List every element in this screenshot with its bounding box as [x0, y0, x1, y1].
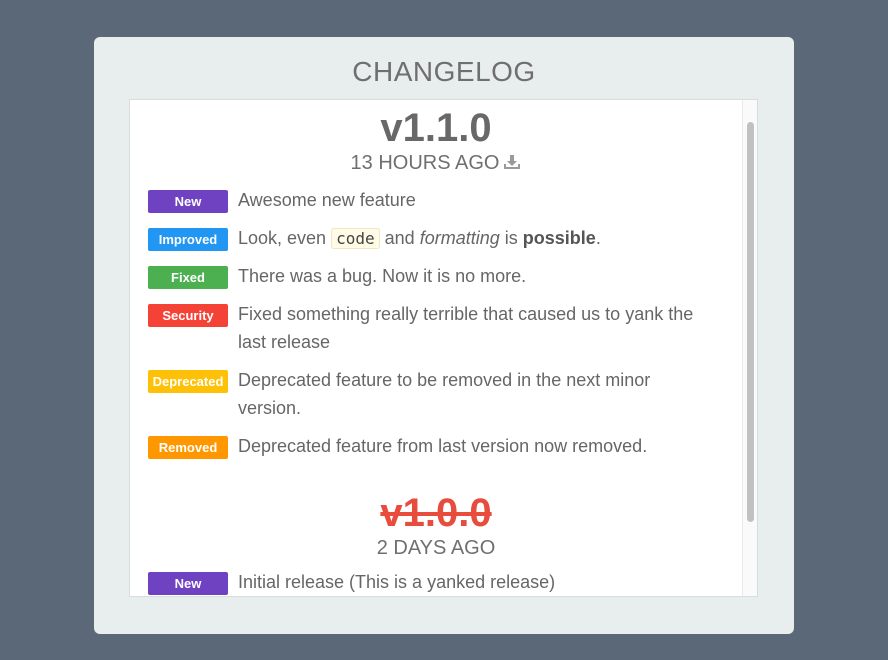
badge-improved: Improved [148, 228, 228, 251]
inline-code: code [331, 228, 380, 249]
italic-text: formatting [419, 228, 500, 248]
changelog-item: New Initial release (This is a yanked re… [148, 570, 708, 596]
release-v1-1-0: v1.1.0 13 HOURS AGO [130, 108, 742, 174]
release-age: 2 DAYS AGO [376, 537, 496, 559]
badge-new: New [148, 572, 228, 595]
release-version: v1.1.0 [380, 106, 492, 150]
panel-title: CHANGELOG [352, 56, 536, 87]
item-text: Initial release (This is a yanked releas… [238, 572, 556, 592]
changelog-item: Deprecated Deprecated feature to be remo… [148, 368, 688, 422]
changelog-item: Improved Look, even code and formatting … [148, 226, 708, 253]
item-text: Awesome new feature [238, 190, 416, 210]
item-text: Fixed something really terrible that cau… [238, 304, 694, 352]
item-text: Deprecated feature from last version now… [238, 436, 648, 456]
badge-removed: Removed [148, 436, 228, 459]
item-text: Look, even code and formatting is possib… [238, 224, 601, 253]
changelog-scroll-area[interactable]: v1.1.0 13 HOURS AGO New Awesome new feat… [129, 99, 758, 597]
changelog-item: Security Fixed something really terrible… [148, 302, 718, 356]
item-text: Deprecated feature to be removed in the … [238, 370, 651, 418]
text-fragment: . [595, 228, 601, 248]
download-icon[interactable] [503, 154, 521, 174]
text-fragment: Look, even [238, 228, 327, 248]
badge-security: Security [148, 304, 228, 327]
release-v1-0-0: v1.0.0 2 DAYS AGO [130, 493, 742, 558]
scrollbar-thumb[interactable] [747, 122, 754, 522]
release-age: 13 HOURS AGO [130, 153, 742, 174]
bold-text: possible [522, 228, 596, 248]
changelog-item: New Awesome new feature [148, 188, 708, 214]
vertical-scrollbar[interactable] [742, 100, 757, 596]
badge-fixed: Fixed [148, 266, 228, 289]
release-age-text: 13 HOURS AGO [350, 152, 500, 174]
badge-deprecated: Deprecated [148, 370, 228, 393]
text-fragment: and [384, 228, 415, 248]
text-fragment: is [504, 228, 518, 248]
changelog-panel: CHANGELOG v1.1.0 13 HOURS AGO New Awesom… [94, 37, 794, 634]
item-text: There was a bug. Now it is no more. [238, 266, 527, 286]
changelog-item: Fixed There was a bug. Now it is no more… [148, 264, 708, 290]
release-version-yanked: v1.0.0 [380, 491, 492, 535]
changelog-item: Removed Deprecated feature from last ver… [148, 434, 708, 460]
badge-new: New [148, 190, 228, 213]
